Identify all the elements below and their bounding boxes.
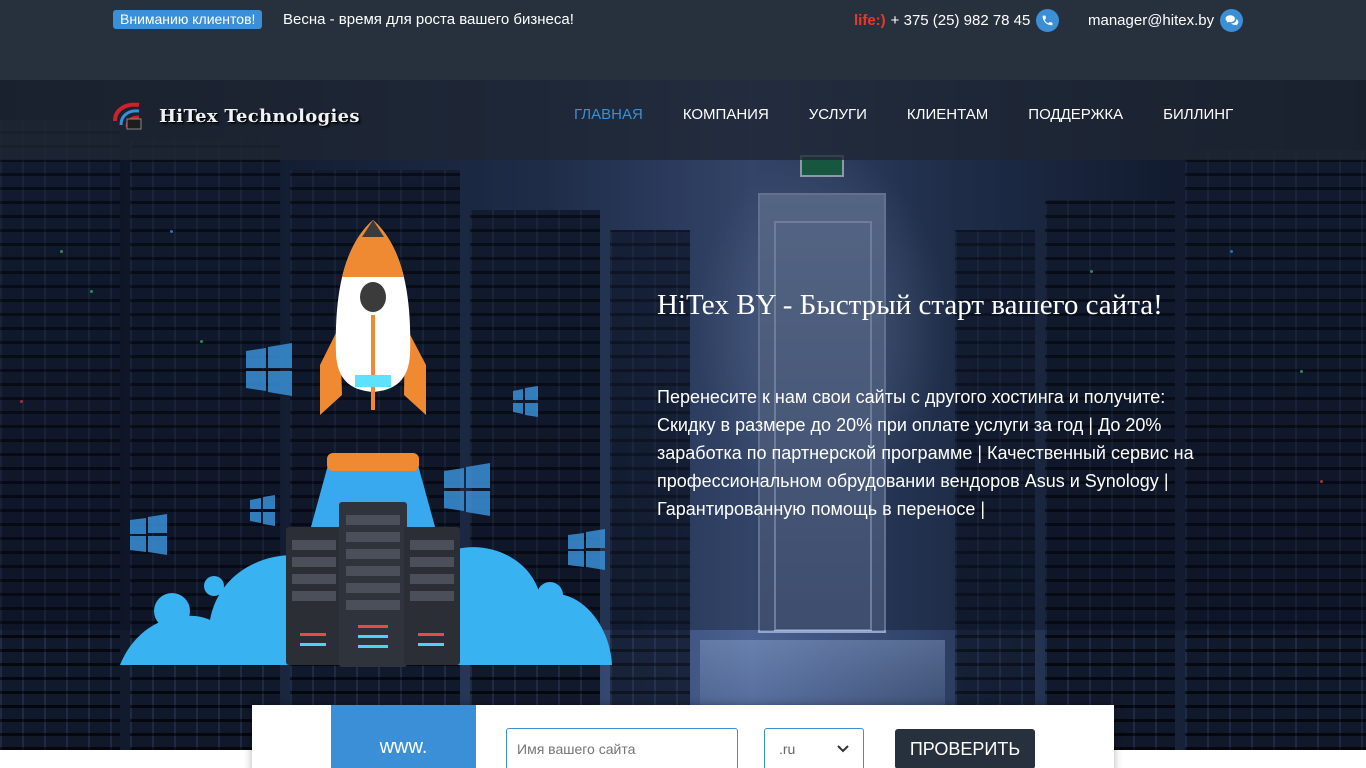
domain-zone-select[interactable]: .ru [764, 728, 864, 768]
check-domain-button[interactable]: ПРОВЕРИТЬ [895, 729, 1035, 768]
logo-text: HiTex Technologies [159, 105, 360, 127]
notice-badge[interactable]: Вниманию клиентов! [113, 10, 263, 29]
zone-selected-value: .ru [779, 741, 796, 757]
www-prefix: www. [331, 705, 476, 768]
site-logo[interactable]: HiTex Technologies [111, 99, 360, 133]
nav-item-support[interactable]: ПОДДЕРЖКА [1028, 106, 1123, 123]
main-nav: ГЛАВНАЯ КОМПАНИЯ УСЛУГИ КЛИЕНТАМ ПОДДЕРЖ… [574, 106, 1233, 123]
email-link[interactable]: manager@hitex.by [1088, 12, 1214, 29]
domain-check-panel: www. .ru ПРОВЕРИТЬ [252, 705, 1114, 768]
nav-item-billing[interactable]: БИЛЛИНГ [1163, 106, 1233, 123]
top-info-bar: Вниманию клиентов! Весна - время для рос… [0, 0, 1366, 80]
contact-email[interactable]: manager@hitex.by [1088, 8, 1244, 32]
nav-item-home[interactable]: ГЛАВНАЯ [574, 106, 643, 123]
notice-text: Весна - время для роста вашего бизнеса! [283, 11, 574, 28]
nav-item-services[interactable]: УСЛУГИ [809, 106, 867, 123]
chat-bubbles-icon[interactable] [1220, 8, 1244, 32]
phone-icon[interactable] [1036, 8, 1060, 32]
phone-number[interactable]: + 375 (25) 982 78 45 [891, 12, 1031, 29]
contact-phone[interactable]: life:) + 375 (25) 982 78 45 [854, 8, 1060, 32]
phone-operator-label: life:) [854, 11, 886, 29]
nav-item-clients[interactable]: КЛИЕНТАМ [907, 106, 988, 123]
hero-title: HiTex BY - Быстрый старт вашего сайта! [657, 289, 1163, 321]
rocket-illustration [120, 220, 612, 667]
domain-name-input[interactable] [506, 728, 738, 768]
logo-icon [113, 102, 142, 130]
chevron-down-icon [837, 745, 849, 753]
hero-description: Перенесите к нам свои сайты с другого хо… [657, 387, 1194, 519]
nav-item-company[interactable]: КОМПАНИЯ [683, 106, 769, 123]
